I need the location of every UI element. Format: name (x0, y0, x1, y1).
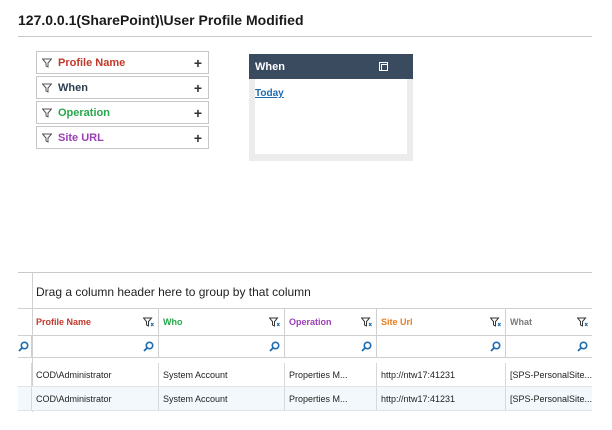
filter-row-search-toggle[interactable] (18, 336, 32, 357)
filter-label-profile-name: Profile Name (58, 56, 126, 69)
column-label-operation: Operation (289, 317, 332, 327)
row-indicator (18, 387, 32, 410)
table-row[interactable]: COD\Administrator System Account Propert… (18, 387, 592, 411)
magnifier-icon (269, 341, 280, 352)
filter-site-url[interactable]: Site URL + (36, 126, 209, 149)
filter-cell-operation[interactable] (285, 336, 377, 357)
row-indicator (18, 363, 32, 386)
filter-profile-name[interactable]: Profile Name + (36, 51, 209, 74)
column-label-who: Who (163, 317, 183, 327)
column-header-site-url[interactable]: Site Url (377, 309, 506, 335)
when-today-link[interactable]: Today (255, 88, 284, 99)
column-label-site-url: Site Url (381, 317, 413, 327)
cell-who: System Account (159, 387, 285, 410)
magnifier-icon (577, 341, 588, 352)
when-panel-title: When (255, 60, 285, 73)
column-label-profile-name: Profile Name (36, 317, 92, 327)
group-by-hint[interactable]: Drag a column header here to group by th… (36, 285, 311, 299)
filter-cell-profile-name[interactable] (32, 336, 159, 357)
title-divider (18, 36, 592, 37)
filter-list: Profile Name + When + Operation + Site U… (36, 51, 209, 151)
filter-label-operation: Operation (58, 106, 110, 119)
expand-plus-icon[interactable]: + (194, 56, 202, 70)
magnifier-icon (361, 341, 372, 352)
filter-label-when: When (58, 81, 88, 94)
column-filter-icon[interactable] (143, 317, 154, 327)
grid-filter-row (18, 335, 592, 358)
funnel-icon (42, 133, 52, 143)
cell-operation: Properties M... (285, 363, 377, 386)
funnel-icon (42, 108, 52, 118)
magnifier-icon (490, 341, 501, 352)
table-row[interactable]: COD\Administrator System Account Propert… (18, 363, 592, 387)
column-header-who[interactable]: Who (159, 309, 285, 335)
column-filter-icon[interactable] (361, 317, 372, 327)
cell-who: System Account (159, 363, 285, 386)
filter-when[interactable]: When + (36, 76, 209, 99)
when-panel: When Today (249, 54, 413, 161)
grid-column-headers: Profile Name Who Operation Site Url What (32, 309, 592, 335)
column-header-operation[interactable]: Operation (285, 309, 377, 335)
funnel-icon (42, 83, 52, 93)
cell-site-url: http://ntw17:41231 (377, 363, 506, 386)
filter-cell-what[interactable] (506, 336, 592, 357)
filter-operation[interactable]: Operation + (36, 101, 209, 124)
filter-label-site-url: Site URL (58, 131, 104, 144)
grid-top-divider (18, 272, 592, 273)
column-filter-icon[interactable] (269, 317, 280, 327)
when-panel-body: Today (255, 79, 407, 154)
column-header-what[interactable]: What (506, 309, 592, 335)
expand-plus-icon[interactable]: + (194, 106, 202, 120)
column-filter-icon[interactable] (490, 317, 501, 327)
filter-cell-site-url[interactable] (377, 336, 506, 357)
magnifier-icon (143, 341, 154, 352)
expand-plus-icon[interactable]: + (194, 81, 202, 95)
cell-profile-name: COD\Administrator (32, 363, 159, 386)
cell-site-url: http://ntw17:41231 (377, 387, 506, 410)
funnel-icon (42, 58, 52, 68)
filter-cell-who[interactable] (159, 336, 285, 357)
column-header-profile-name[interactable]: Profile Name (32, 309, 159, 335)
maximize-icon[interactable] (379, 62, 388, 71)
expand-plus-icon[interactable]: + (194, 131, 202, 145)
magnifier-icon (18, 341, 29, 352)
cell-operation: Properties M... (285, 387, 377, 410)
column-label-what: What (510, 317, 532, 327)
cell-what: [SPS-PersonalSite... (510, 369, 592, 380)
cell-what: [SPS-PersonalSite... (510, 393, 592, 404)
column-filter-icon[interactable] (577, 317, 588, 327)
page-title: 127.0.0.1(SharePoint)\User Profile Modif… (18, 12, 304, 28)
when-panel-header: When (249, 54, 413, 79)
cell-profile-name: COD\Administrator (32, 387, 159, 410)
